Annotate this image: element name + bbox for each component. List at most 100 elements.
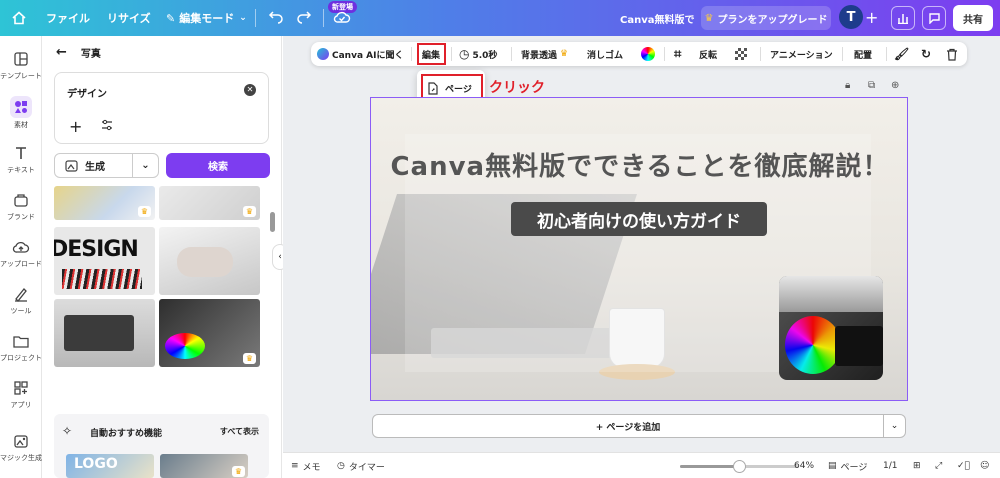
- divider: [664, 47, 665, 61]
- clear-icon[interactable]: ✕: [244, 84, 256, 96]
- sliders-icon[interactable]: [101, 119, 113, 131]
- save-status-button[interactable]: [333, 9, 351, 28]
- photo-thumbnail[interactable]: [159, 227, 260, 295]
- duration-button[interactable]: ◷ 5.0秒: [459, 42, 497, 66]
- inset-photo-desk: [779, 276, 883, 312]
- fullscreen-button[interactable]: ⤢: [935, 453, 942, 478]
- resize-menu[interactable]: リサイズ: [107, 0, 151, 36]
- photo-thumbnail[interactable]: DESIGN: [54, 227, 155, 295]
- inset-photo-keyboard: [835, 326, 883, 366]
- generate-options-chevron[interactable]: ⌄: [132, 154, 158, 177]
- see-all-link[interactable]: すべて表示: [220, 426, 259, 437]
- panel-scrollbar[interactable]: [270, 212, 275, 232]
- canva-ai-label: Canva AIに聞く: [332, 50, 404, 61]
- checker-icon: [735, 48, 747, 60]
- rail-item-templates[interactable]: テンプレート: [0, 50, 42, 81]
- check-circle-icon: ✓⃝: [957, 461, 970, 471]
- delete-button[interactable]: [946, 42, 958, 66]
- generate-button[interactable]: 生成 ⌄: [54, 153, 159, 178]
- search-button[interactable]: 検索: [166, 153, 270, 178]
- crown-icon: ♛: [138, 206, 151, 217]
- side-panel: ← 写真 デザイン ✕ + 生成 ⌄ 検索 ♛ ♛ DESIGN ♛ ✧ 自動お…: [42, 36, 282, 478]
- pen-tool-icon: [15, 288, 27, 302]
- position-button[interactable]: 配置: [854, 42, 872, 66]
- magic-image-icon: [14, 435, 28, 448]
- add-page-icon[interactable]: ⊕: [891, 80, 899, 91]
- lock-icon[interactable]: 🔒︎: [845, 80, 850, 91]
- thumbnail-pencils: [62, 269, 142, 289]
- inset-photo[interactable]: [779, 276, 883, 380]
- rail-item-elements[interactable]: 素材: [0, 96, 42, 130]
- rail-item-projects[interactable]: プロジェクト: [0, 332, 42, 363]
- comments-button[interactable]: [922, 6, 946, 30]
- memo-label: メモ: [302, 462, 321, 473]
- thumbnail-laptop: [64, 315, 134, 351]
- zoom-value[interactable]: 64%: [794, 453, 814, 478]
- slide-title[interactable]: Canva無料版でできることを徹底解説！: [371, 146, 907, 183]
- divider: [411, 47, 412, 61]
- add-page-options-chevron[interactable]: ⌄: [884, 414, 906, 438]
- eraser-button[interactable]: 消しゴム: [587, 42, 623, 66]
- rail-item-magic[interactable]: マジック生成: [0, 432, 42, 463]
- photo-thumbnail[interactable]: ♛: [54, 186, 155, 220]
- slide-subtitle[interactable]: 初心者向けの使い方ガイド: [511, 202, 767, 236]
- crown-icon: ♛: [243, 353, 256, 364]
- bg-remove-button[interactable]: 背景透過 ♛: [521, 42, 568, 66]
- copy-style-button[interactable]: 🖌: [894, 42, 909, 66]
- invite-plus-icon[interactable]: +: [865, 8, 878, 27]
- grid-view-button[interactable]: ⊞: [913, 453, 921, 478]
- add-filter-icon[interactable]: +: [69, 117, 82, 136]
- rail-item-uploads[interactable]: アップロード: [0, 238, 42, 269]
- rail-item-text[interactable]: テキスト: [0, 144, 42, 175]
- photo-thumbnail[interactable]: ♛: [159, 186, 260, 220]
- photo-thumbnail[interactable]: ♛: [159, 299, 260, 367]
- rotate-button[interactable]: ↻: [921, 42, 931, 66]
- add-page-button[interactable]: + ページを追加: [372, 414, 884, 438]
- photo-thumbnail[interactable]: ♛: [160, 454, 248, 478]
- flip-button[interactable]: 反転: [699, 42, 717, 66]
- home-button[interactable]: [8, 7, 30, 29]
- avatar[interactable]: T: [839, 5, 863, 29]
- upgrade-button[interactable]: ♛ プランをアップグレード: [701, 6, 831, 30]
- bar-chart-icon: [898, 14, 908, 24]
- photo-thumbnail[interactable]: [54, 299, 155, 367]
- divider: [323, 9, 324, 27]
- apps-icon: [14, 381, 28, 395]
- bottom-bar: ≡ メモ ◷ タイマー 64% ▤ ページ 1/1 ⊞ ⤢ ✓⃝ ☺: [283, 452, 1000, 478]
- photo-thumbnail[interactable]: LOGO: [66, 454, 154, 478]
- document-title[interactable]: Canva無料版で: [620, 0, 694, 36]
- rail-label: ブランド: [7, 213, 35, 221]
- timer-icon: ◷: [337, 461, 345, 471]
- animation-button[interactable]: アニメーション: [770, 42, 833, 66]
- rail-item-brand[interactable]: ブランド: [0, 191, 42, 222]
- click-annotation: クリック: [489, 80, 545, 96]
- thumbnail-text: DESIGN: [54, 237, 139, 262]
- rail-item-apps[interactable]: アプリ: [0, 379, 42, 410]
- paint-roller-icon: 🖌: [894, 47, 910, 61]
- memo-button[interactable]: ≡ メモ: [291, 453, 321, 478]
- redo-button[interactable]: [296, 8, 312, 27]
- share-button[interactable]: 共有: [953, 5, 993, 31]
- rail-item-tools[interactable]: ツール: [0, 285, 42, 316]
- check-button[interactable]: ✓⃝: [957, 453, 970, 478]
- edit-mode-menu[interactable]: ✎ 編集モード ⌄: [166, 0, 247, 36]
- slide-canvas[interactable]: Canva無料版でできることを徹底解説！ 初心者向けの使い方ガイド: [370, 97, 908, 401]
- pages-button[interactable]: ▤ ページ: [828, 453, 867, 478]
- undo-button[interactable]: [268, 8, 284, 27]
- insights-button[interactable]: [891, 6, 915, 30]
- duration-label: 5.0秒: [472, 50, 498, 61]
- color-wheel-button[interactable]: [641, 42, 655, 66]
- back-arrow-icon[interactable]: ←: [56, 45, 67, 60]
- file-menu[interactable]: ファイル: [46, 0, 90, 36]
- zoom-slider-knob[interactable]: [733, 460, 746, 473]
- left-rail: テンプレート 素材 テキスト ブランド アップロード ツール プロジェクト アプ…: [0, 36, 42, 478]
- timer-button[interactable]: ◷ タイマー: [337, 453, 385, 478]
- help-button[interactable]: ☺: [980, 453, 989, 478]
- inset-photo-swatches: [785, 316, 841, 374]
- redo-icon: [297, 11, 312, 24]
- duplicate-icon[interactable]: ⧉: [868, 80, 875, 91]
- crop-icon: ⌗: [674, 46, 682, 62]
- crop-button[interactable]: ⌗: [674, 42, 681, 66]
- transparency-button[interactable]: [735, 42, 747, 66]
- canva-ai-button[interactable]: Canva AIに聞く: [317, 42, 403, 66]
